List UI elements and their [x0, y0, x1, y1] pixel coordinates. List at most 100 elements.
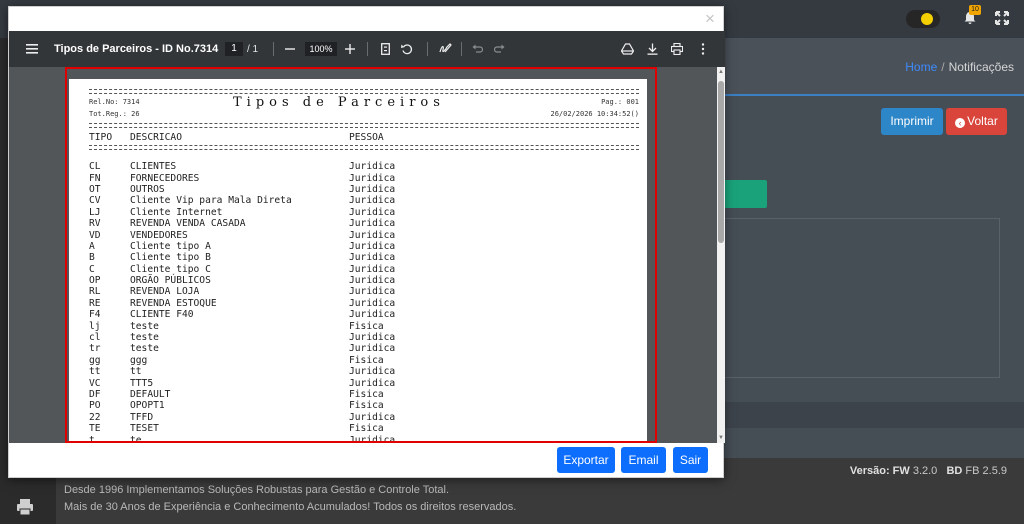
page-number-input[interactable]: 1	[225, 42, 243, 56]
bd-value: FB 2.5.9	[965, 465, 1007, 477]
rotate-icon[interactable]	[399, 31, 415, 67]
redo-icon[interactable]	[491, 31, 507, 67]
fw-label: Versão: FW	[849, 465, 910, 477]
zoom-out-icon[interactable]	[283, 31, 297, 67]
report-cell-tipo: tt	[89, 366, 101, 378]
report-row: DF DEFAULT Fisica	[89, 389, 639, 400]
report-cell-tipo: 22	[89, 411, 101, 423]
download-icon[interactable]	[644, 31, 660, 67]
report-cell-tipo: VD	[89, 229, 101, 241]
report-row: RV REVENDA VENDA CASADA Juridica	[89, 218, 639, 229]
report-header: Rel.No: 7314 Tot.Reg.: 26 Tipos de Parce…	[89, 95, 639, 122]
email-button[interactable]: Email	[621, 447, 666, 473]
fit-page-icon[interactable]	[377, 31, 393, 67]
report-cell-descricao: FORNECEDORES	[130, 172, 200, 184]
report-cell-descricao: TESET	[130, 423, 159, 435]
drive-icon[interactable]	[619, 31, 635, 67]
print-icon[interactable]	[669, 31, 685, 67]
scroll-down-arrow-icon[interactable]: ▼	[718, 435, 724, 441]
pdf-viewer: Tipos de Parceiros - ID No.7314 1 / 1 10…	[9, 31, 725, 443]
report-row: TE TESET Fisica	[89, 423, 639, 434]
export-button[interactable]: Exportar	[557, 447, 615, 473]
zoom-level-input[interactable]: 100%	[305, 42, 337, 56]
pdf-canvas[interactable]: Rel.No: 7314 Tot.Reg.: 26 Tipos de Parce…	[9, 67, 717, 443]
annotate-icon[interactable]	[437, 31, 453, 67]
report-cell-descricao: REVENDA ESTOQUE	[130, 297, 217, 309]
breadcrumb-current: Notificações	[948, 60, 1014, 74]
pdf-scrollbar[interactable]: ▲ ▼	[717, 67, 725, 443]
report-rows: CL CLIENTES Juridica FN FORNECEDORES Juridica…	[89, 161, 639, 443]
version-info: Versão: FW 3.2.0 BD FB 2.5.9	[850, 465, 1007, 477]
modal-close-button[interactable]: ×	[703, 10, 717, 27]
report-row: tt tt Juridica	[89, 366, 639, 377]
column-header-pessoa: PESSOA	[349, 131, 384, 143]
zoom-in-icon[interactable]	[343, 31, 357, 67]
breadcrumb-home-link[interactable]: Home	[905, 60, 937, 74]
report-cell-descricao: Cliente tipo C	[130, 263, 211, 275]
report-row: C Cliente tipo C Juridica	[89, 264, 639, 275]
theme-toggle[interactable]	[906, 10, 940, 28]
breadcrumb-separator: /	[941, 60, 945, 74]
exit-button[interactable]: Sair	[673, 447, 708, 473]
toolbar-divider	[461, 42, 462, 56]
report-cell-descricao: teste	[130, 343, 159, 355]
report-row: FN FORNECEDORES Juridica	[89, 172, 639, 184]
content-subbar	[724, 402, 1024, 428]
report-row: PO OPOPT1 Fisica	[89, 400, 639, 411]
scroll-up-arrow-icon[interactable]: ▲	[718, 69, 724, 75]
report-cell-tipo: RV	[89, 218, 101, 230]
report-row: VD VENDEDORES Juridica	[89, 229, 639, 241]
report-cell-descricao: REVENDA VENDA CASADA	[130, 218, 246, 230]
print-button[interactable]: Imprimir	[881, 108, 943, 135]
menu-icon[interactable]	[23, 31, 41, 67]
report-cell-tipo: C	[89, 263, 95, 275]
green-action-button[interactable]	[724, 180, 767, 208]
report-cell-tipo: RL	[89, 286, 101, 298]
report-cell-descricao: CLIENTES	[130, 161, 177, 173]
report-cell-tipo: RE	[89, 297, 101, 309]
report-modal: × Tipos de Parceiros - ID No.7314 1 / 1 …	[8, 6, 725, 478]
report-content: Rel.No: 7314 Tot.Reg.: 26 Tipos de Parce…	[89, 87, 639, 443]
report-cell-tipo: CV	[89, 195, 101, 207]
fullscreen-icon[interactable]	[995, 11, 1009, 25]
report-cell-descricao: TTT5	[130, 377, 154, 389]
report-cell-pessoa: Fisica	[349, 389, 384, 400]
report-row: gg ggg Fisica	[89, 355, 639, 366]
back-button[interactable]: ‹ Voltar	[946, 108, 1007, 135]
report-cell-pessoa: Juridica	[349, 183, 396, 195]
footer-line-1: Desde 1996 Implementamos Soluções Robust…	[64, 484, 450, 496]
back-button-label: Voltar	[967, 114, 998, 128]
fw-value: 3.2.0	[912, 465, 938, 477]
report-cell-pessoa: Juridica	[349, 332, 396, 344]
report-cell-pessoa: Juridica	[349, 286, 396, 298]
report-cell-pessoa: Juridica	[349, 172, 396, 184]
report-row: OP ORGÃO PÚBLICOS Juridica	[89, 275, 639, 286]
report-cell-pessoa: Juridica	[349, 275, 396, 287]
report-cell-pessoa: Juridica	[349, 366, 396, 378]
sidebar-print-icon[interactable]	[16, 498, 34, 516]
report-cell-descricao: REVENDA LOJA	[130, 286, 200, 298]
report-row: LJ Cliente Internet Juridica	[89, 207, 639, 218]
undo-icon[interactable]	[469, 31, 485, 67]
report-cell-pessoa: Juridica	[349, 161, 396, 173]
report-cell-descricao: tt	[130, 366, 142, 378]
report-cell-tipo: CL	[89, 161, 101, 173]
report-cell-descricao: Cliente Vip para Mala Direta	[130, 195, 292, 207]
report-cell-tipo: DF	[89, 389, 101, 400]
bd-label: BD	[946, 465, 963, 477]
pdf-document-title: Tipos de Parceiros - ID No.7314	[54, 43, 219, 55]
report-cell-descricao: Cliente tipo B	[130, 252, 211, 264]
scrollbar-thumb[interactable]	[718, 81, 724, 243]
pdf-toolbar: Tipos de Parceiros - ID No.7314 1 / 1 10…	[9, 31, 725, 67]
report-column-headers: TIPO DESCRICAO PESSOA	[89, 130, 639, 144]
report-cell-descricao: te	[130, 434, 142, 443]
report-cell-tipo: A	[89, 240, 95, 252]
report-cell-pessoa: Juridica	[349, 240, 396, 252]
report-cell-pessoa: Juridica	[349, 252, 396, 264]
report-page: Pag.: 001	[601, 98, 639, 106]
more-options-icon[interactable]	[695, 31, 711, 67]
footer-text: Desde 1996 Implementamos Soluções Robust…	[64, 482, 516, 516]
report-cell-tipo: VC	[89, 377, 101, 389]
report-cell-descricao: ggg	[130, 354, 148, 366]
report-row: RE REVENDA ESTOQUE Juridica	[89, 298, 639, 309]
